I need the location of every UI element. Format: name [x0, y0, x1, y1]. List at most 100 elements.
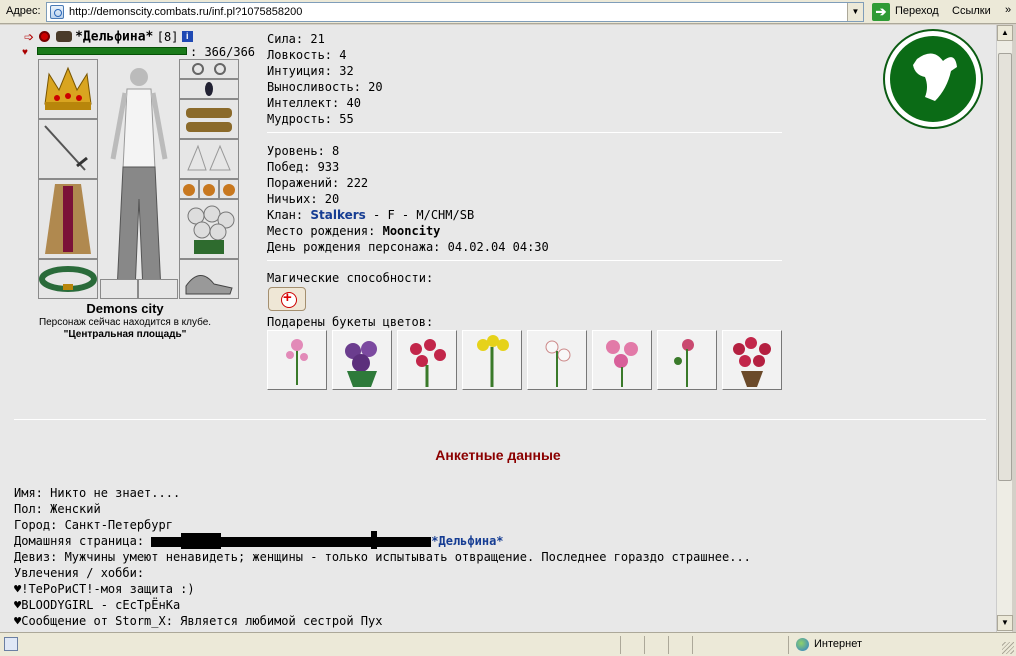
slot-earrings[interactable]	[179, 59, 239, 79]
magic-label: Магические способности:	[267, 271, 434, 285]
profile-hobby-label: Увлечения / хобби:	[14, 566, 145, 580]
slot-shield[interactable]	[179, 199, 239, 259]
white-lilies-icon[interactable]	[527, 330, 587, 390]
scroll-up-icon[interactable]: ▲	[997, 25, 1013, 41]
yellow-tulips-icon[interactable]	[462, 330, 522, 390]
zone-text: Интернет	[814, 638, 862, 650]
resize-grip-icon[interactable]	[1002, 642, 1014, 654]
stats-block: Сила: 21 Ловкость: 4 Интуиция: 32 Выносл…	[267, 31, 383, 127]
purple-roses-icon[interactable]	[332, 330, 392, 390]
healing-scroll-icon[interactable]	[268, 287, 306, 311]
character-level: [8]	[156, 29, 179, 44]
redacted-url	[151, 530, 432, 549]
character-name: *Дельфина*	[75, 29, 154, 45]
info-icon[interactable]: i	[181, 31, 193, 43]
heart-icon: ♥	[22, 47, 28, 58]
hp-text: : 366/366	[190, 45, 256, 59]
birthplace-value: Mooncity	[382, 224, 441, 238]
record-draws: Ничьих: 20	[267, 192, 340, 206]
robe-icon	[45, 184, 91, 254]
amulet-icon	[205, 82, 213, 96]
page-content: ➩ *Дельфина* [8] i ♥ : 366/366 Demons ci…	[0, 25, 996, 632]
homepage-link[interactable]: *Дельфина*	[431, 534, 503, 548]
internet-zone-icon	[796, 638, 809, 651]
stat-intuition: Интуиция: 32	[267, 64, 354, 78]
slot-boots[interactable]	[179, 259, 239, 299]
status-divider	[620, 636, 621, 654]
stat-wisdom: Мудрость: 55	[267, 112, 354, 126]
clan-tail: - F - M/CHM/SB	[365, 208, 475, 222]
clan-link[interactable]: Stalkers	[310, 208, 365, 222]
slot-belt[interactable]	[38, 259, 98, 299]
slot-armor[interactable]	[38, 179, 98, 259]
record-level: Уровень: 8	[267, 144, 340, 158]
arrow-right-icon: ➩	[24, 29, 35, 44]
profile-homepage: Домашняя страница: *Дельфина*	[14, 530, 751, 549]
profile-city: Город: Санкт-Петербург	[14, 518, 173, 532]
go-button[interactable]: ➔ Переход	[870, 2, 942, 22]
address-label: Адрес:	[6, 5, 41, 17]
slot-helmet[interactable]	[38, 59, 98, 119]
profile-block: Имя: Никто не знает.... Пол: Женский Гор…	[14, 485, 751, 629]
scroll-down-icon[interactable]: ▼	[997, 615, 1013, 631]
status-divider	[788, 636, 789, 654]
record-birthday: День рождения персонажа: 04.02.04 04:30	[267, 240, 549, 254]
slot-ring-1[interactable]	[100, 279, 138, 299]
red-roses-icon[interactable]	[397, 330, 457, 390]
scroll-thumb[interactable]	[998, 53, 1012, 481]
character-doll[interactable]	[99, 59, 179, 299]
slot-pouch-3[interactable]	[219, 179, 239, 199]
status-divider	[668, 636, 669, 654]
profile-name: Имя: Никто не знает....	[14, 486, 181, 500]
address-input[interactable]: http://demonscity.combats.ru/inf.pl?1075…	[46, 2, 864, 22]
page-status-icon	[4, 637, 18, 651]
belt-icon	[39, 266, 97, 292]
address-dropdown-icon[interactable]: ▼	[847, 3, 863, 21]
status-divider	[644, 636, 645, 654]
pink-lily-icon[interactable]	[267, 330, 327, 390]
go-label: Переход	[895, 5, 939, 17]
boots-icon	[185, 275, 233, 295]
slot-pouch-1[interactable]	[179, 179, 199, 199]
stat-intellect: Интеллект: 40	[267, 96, 361, 110]
slot-pouch-2[interactable]	[199, 179, 219, 199]
homepage-label: Домашняя страница:	[14, 534, 152, 548]
address-url: http://demonscity.combats.ru/inf.pl?1075…	[69, 6, 303, 18]
divider	[267, 132, 782, 133]
pink-rose-icon[interactable]	[657, 330, 717, 390]
record-birthplace: Место рождения: Mooncity	[267, 223, 549, 239]
record-losses: Поражений: 222	[267, 176, 369, 190]
equipment-panel	[38, 59, 240, 301]
slot-gloves[interactable]	[179, 139, 239, 179]
character-figure-icon	[110, 68, 168, 292]
clan-icon	[55, 31, 72, 43]
record-clan: Клан: Stalkers - F - M/CHM/SB	[267, 207, 549, 223]
slot-amulet[interactable]	[179, 79, 239, 99]
pink-orchids-icon[interactable]	[592, 330, 652, 390]
red-rose-bush-icon[interactable]	[722, 330, 782, 390]
crown-icon	[44, 66, 92, 110]
links-chevron-icon[interactable]: »	[1005, 4, 1011, 16]
hobby-line: ♥!ТеРоРиСТ!-моя защита :)	[14, 582, 195, 596]
sword-icon	[44, 125, 88, 171]
birthplace-label: Место рождения:	[267, 224, 376, 238]
slot-ring-2[interactable]	[138, 279, 178, 299]
alignment-icon	[39, 31, 51, 43]
status-divider	[692, 636, 693, 654]
white-roses-icon	[187, 205, 235, 254]
go-arrow-icon: ➔	[872, 3, 890, 21]
character-status: Персонаж сейчас находится в клубе.	[38, 317, 212, 328]
vertical-scrollbar[interactable]: ▲ ▼	[996, 25, 1013, 632]
pouch-icon	[183, 184, 195, 196]
character-header: ➩ *Дельфина* [8] i	[24, 29, 193, 45]
slot-weapon[interactable]	[38, 119, 98, 179]
city-name: Demons city	[86, 301, 164, 316]
divider	[14, 419, 986, 420]
slot-bracers[interactable]	[179, 99, 239, 139]
hobby-line: ♥BLOODYGIRL - сЕсТрЁнКа	[14, 598, 181, 612]
links-button[interactable]: Ссылки	[952, 5, 991, 17]
address-bar: Адрес: http://demonscity.combats.ru/inf.…	[0, 0, 1016, 24]
hobby-line: ♥Сообщение от Storm_X: Является любимой …	[14, 614, 383, 628]
gloves-icon	[187, 144, 231, 171]
record-wins: Побед: 933	[267, 160, 340, 174]
